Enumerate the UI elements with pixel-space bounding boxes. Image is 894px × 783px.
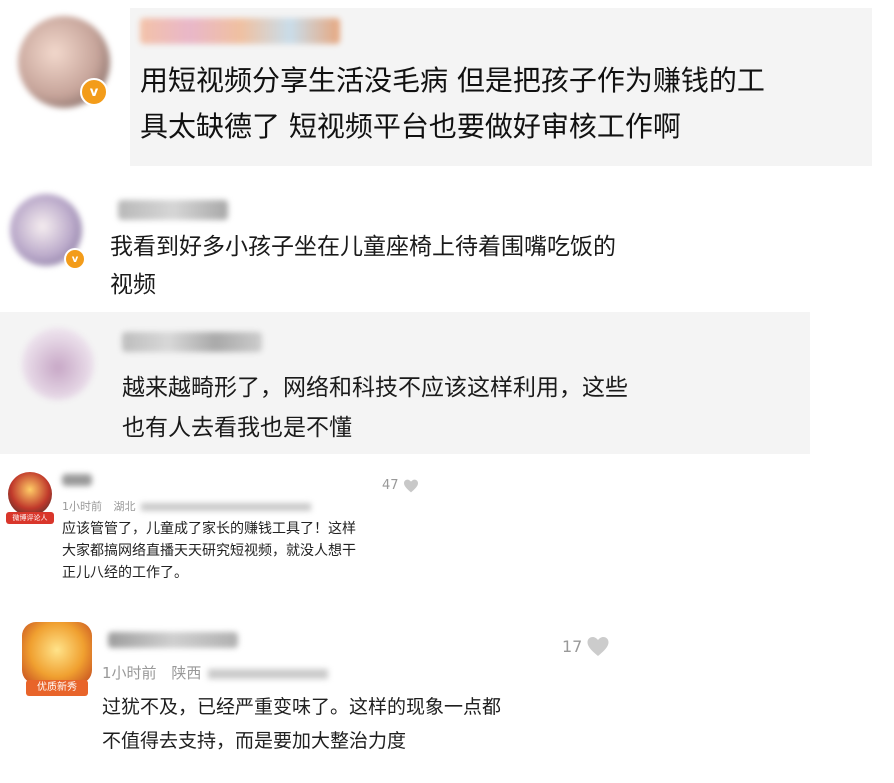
location-detail-blur <box>141 503 311 511</box>
comment-location: 陕西 <box>171 664 202 682</box>
like-button[interactable]: 17 <box>562 636 610 657</box>
location-detail-blur <box>208 668 329 679</box>
username[interactable] <box>140 18 340 44</box>
comment-card-4: 微博评论人 1小时前 湖北 47 应该管管了，儿童成了家长的赚钱工具了！这样 大… <box>0 462 436 596</box>
comment-card-2: v 我看到好多小孩子坐在儿童座椅上待着围嘴吃饭的 视频 <box>0 172 810 304</box>
comment-time: 1小时前 <box>62 500 102 513</box>
like-count: 47 <box>382 478 399 493</box>
heart-icon <box>403 479 418 492</box>
like-button[interactable]: 47 <box>382 478 419 493</box>
like-count: 17 <box>562 637 583 656</box>
username[interactable] <box>118 200 228 220</box>
comment-card-5: 优质新秀 1小时前 陕西 17 过犹不及，已经严重变味了。这样的现象一点都 不值… <box>0 604 628 783</box>
comment-location: 湖北 <box>113 500 136 513</box>
avatar[interactable] <box>22 328 94 400</box>
comment-meta: 1小时前 陕西 <box>102 662 329 683</box>
comment-text: 应该管管了，儿童成了家长的赚钱工具了！这样 大家都搞网络直播天天研究短视频，就没… <box>62 521 356 581</box>
comment-time: 1小时前 <box>102 664 157 682</box>
heart-icon <box>587 636 609 657</box>
comment-text: 我看到好多小孩子坐在儿童座椅上待着围嘴吃饭的 视频 <box>110 234 616 298</box>
username[interactable] <box>62 474 92 486</box>
verified-v-icon: v <box>64 248 86 270</box>
user-badge: 优质新秀 <box>26 680 88 696</box>
verified-v-icon: v <box>80 78 108 106</box>
comment-text: 过犹不及，已经严重变味了。这样的现象一点都 不值得去支持，而是要加大整治力度 <box>102 696 502 752</box>
avatar[interactable] <box>8 472 52 516</box>
comment-meta: 1小时前 湖北 <box>62 498 311 514</box>
comment-text: 越来越畸形了，网络和科技不应该这样利用，这些 也有人去看我也是不懂 <box>122 375 628 441</box>
comment-card-3: 越来越畸形了，网络和科技不应该这样利用，这些 也有人去看我也是不懂 <box>0 312 810 454</box>
comment-card-1: v 用短视频分享生活没毛病 但是把孩子作为赚钱的工 具太缺德了 短视频平台也要做… <box>0 0 878 168</box>
username[interactable] <box>122 332 262 352</box>
avatar[interactable] <box>22 622 92 684</box>
user-badge: 微博评论人 <box>6 512 54 524</box>
username[interactable] <box>108 632 238 648</box>
comment-text: 用短视频分享生活没毛病 但是把孩子作为赚钱的工 具太缺德了 短视频平台也要做好审… <box>140 64 765 143</box>
